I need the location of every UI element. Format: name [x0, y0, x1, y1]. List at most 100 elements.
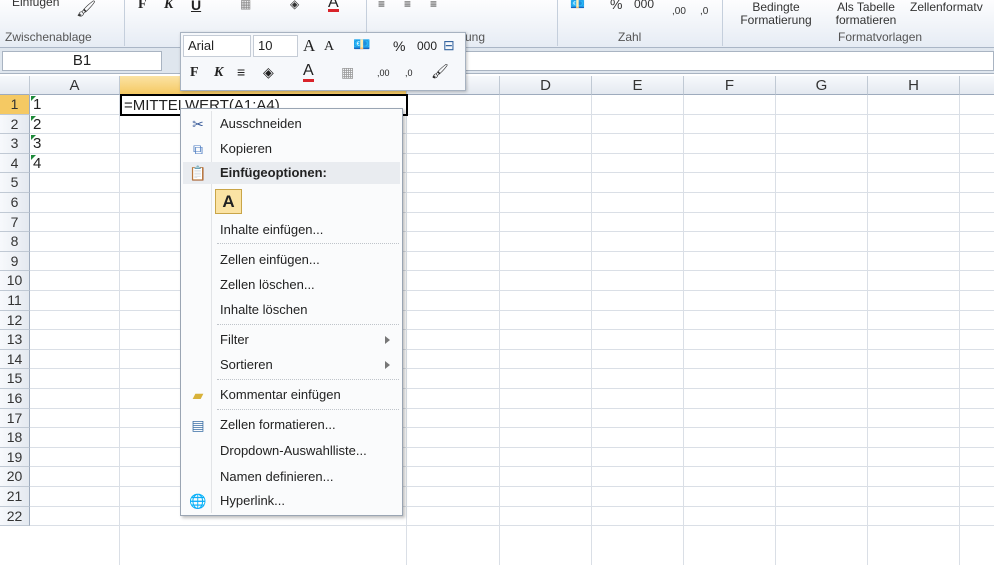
percent-button[interactable]: % — [610, 0, 622, 11]
border-icon[interactable]: ▦ — [240, 0, 251, 11]
thousands-button[interactable]: 000 — [634, 0, 654, 11]
gridline — [30, 211, 994, 213]
menu-label: Kopieren — [220, 141, 273, 156]
menu-item-paste-special[interactable]: Inhalte einfügen... — [183, 219, 400, 241]
gridline — [30, 446, 994, 448]
column-header-e[interactable]: E — [592, 76, 684, 95]
fill-color-icon[interactable]: ◈ — [263, 64, 274, 81]
row-header[interactable]: 12 — [0, 310, 30, 331]
grow-font-button[interactable]: A — [303, 36, 315, 56]
row-header[interactable]: 9 — [0, 251, 30, 272]
row-header[interactable]: 10 — [0, 271, 30, 291]
font-size-select[interactable]: 10 — [253, 35, 298, 57]
menu-item-insert-cells[interactable]: Zellen einfügen... — [183, 249, 400, 271]
menu-item-delete-cells[interactable]: Zellen löschen... — [183, 274, 400, 296]
gridline — [30, 250, 994, 252]
row-header[interactable]: 22 — [0, 506, 30, 527]
format-painter-icon[interactable]: 🖌 — [76, 2, 96, 18]
row-header[interactable]: 14 — [0, 349, 30, 370]
italic-button[interactable]: K — [164, 0, 173, 13]
column-header-i[interactable] — [960, 76, 994, 95]
fill-color-icon[interactable]: ◈ — [290, 0, 299, 11]
menu-label: Inhalte einfügen... — [220, 222, 324, 237]
row-header[interactable]: 6 — [0, 193, 30, 213]
format-as-table-button[interactable]: Als Tabelle formatieren — [826, 1, 906, 27]
paste-button[interactable]: Einfügen — [12, 0, 59, 9]
spreadsheet-grid[interactable]: A B C D E F G H 123456789101112131415161… — [0, 76, 994, 565]
row-header[interactable]: 17 — [0, 408, 30, 429]
thousands-button[interactable]: 000 — [417, 39, 437, 53]
row-header[interactable]: 16 — [0, 389, 30, 409]
menu-item-dropdown-list[interactable]: Dropdown-Auswahlliste... — [183, 440, 400, 462]
row-header[interactable]: 5 — [0, 173, 30, 193]
gridline — [959, 95, 960, 565]
column-header-a[interactable]: A — [30, 76, 120, 95]
decrease-decimal-button[interactable]: ,0 — [700, 5, 708, 18]
format-painter-icon[interactable]: 🖌 — [431, 63, 449, 80]
row-header[interactable]: 13 — [0, 330, 30, 350]
row-header[interactable]: 7 — [0, 212, 30, 233]
bold-button[interactable]: F — [190, 65, 199, 81]
gridline — [30, 466, 994, 468]
row-header[interactable]: 4 — [0, 153, 30, 174]
row-header[interactable]: 8 — [0, 232, 30, 252]
shrink-font-button[interactable]: A — [324, 39, 334, 55]
name-box[interactable]: B1 — [2, 51, 162, 71]
menu-item-hyperlink[interactable]: 🌐 Hyperlink... — [183, 490, 400, 512]
font-color-icon[interactable]: A — [328, 0, 339, 12]
font-name-select[interactable]: Arial — [183, 35, 251, 57]
center-align-icon[interactable]: ≡ — [237, 64, 245, 80]
decrease-decimal-button[interactable]: ,0 — [405, 68, 413, 78]
gridline — [30, 329, 994, 331]
border-icon[interactable]: ▦ — [341, 64, 354, 81]
number-format-icon[interactable]: 💶 — [353, 36, 370, 53]
align-right-icon[interactable]: ≡ — [430, 0, 437, 11]
italic-button[interactable]: K — [214, 65, 223, 81]
menu-item-filter[interactable]: Filter — [183, 329, 400, 351]
percent-button[interactable]: % — [393, 38, 405, 54]
gridline — [30, 192, 994, 193]
cell-styles-button[interactable]: Zellenformatv — [910, 1, 983, 14]
menu-item-copy[interactable]: ⧉ Kopieren — [183, 138, 400, 160]
column-header-g[interactable]: G — [776, 76, 868, 95]
select-all-corner[interactable] — [0, 76, 30, 95]
row-header[interactable]: 1 — [0, 95, 30, 115]
column-header-h[interactable]: H — [868, 76, 960, 95]
align-left-icon[interactable]: ≡ — [378, 0, 385, 11]
row-header[interactable]: 18 — [0, 428, 30, 448]
menu-item-define-name[interactable]: Namen definieren... — [183, 466, 400, 488]
column-header-f[interactable]: F — [684, 76, 776, 95]
conditional-formatting-button[interactable]: Bedingte Formatierung — [730, 1, 822, 27]
row-header[interactable]: 3 — [0, 134, 30, 154]
row-header[interactable]: 2 — [0, 114, 30, 135]
menu-item-cut[interactable]: ✂ Ausschneiden — [183, 113, 400, 135]
row-header[interactable]: 21 — [0, 487, 30, 507]
increase-decimal-button[interactable]: ,00 — [377, 68, 390, 78]
merge-cells-icon[interactable]: ⊟ — [443, 37, 455, 54]
paste-options-header: 📋 Einfügeoptionen: — [183, 162, 400, 184]
row-header[interactable]: 19 — [0, 447, 30, 468]
menu-label: Namen definieren... — [220, 469, 334, 484]
bold-button[interactable]: F — [138, 0, 147, 13]
underline-button[interactable]: U — [191, 0, 201, 13]
row-header[interactable]: 15 — [0, 369, 30, 389]
gridline — [30, 486, 994, 487]
font-color-icon[interactable]: A — [303, 63, 314, 82]
row-header[interactable]: 20 — [0, 467, 30, 487]
format-cells-icon: ▤ — [191, 417, 205, 433]
paste-values-button[interactable]: A — [215, 189, 242, 214]
menu-item-insert-comment[interactable]: ▰ Kommentar einfügen — [183, 384, 400, 406]
column-header-d[interactable]: D — [500, 76, 592, 95]
menu-label: Sortieren — [220, 357, 273, 372]
increase-decimal-button[interactable]: ,00 — [672, 5, 686, 18]
currency-icon[interactable]: 💶 — [570, 0, 585, 11]
gridline — [406, 95, 407, 565]
row-header[interactable]: 11 — [0, 291, 30, 311]
menu-label: Kommentar einfügen — [220, 387, 341, 402]
menu-item-format-cells[interactable]: ▤ Zellen formatieren... — [183, 414, 400, 436]
menu-item-sort[interactable]: Sortieren — [183, 354, 400, 376]
menu-item-clear-contents[interactable]: Inhalte löschen — [183, 299, 400, 321]
align-center-icon[interactable]: ≡ — [404, 0, 411, 11]
submenu-arrow-icon — [385, 336, 390, 344]
gridline — [30, 525, 994, 527]
